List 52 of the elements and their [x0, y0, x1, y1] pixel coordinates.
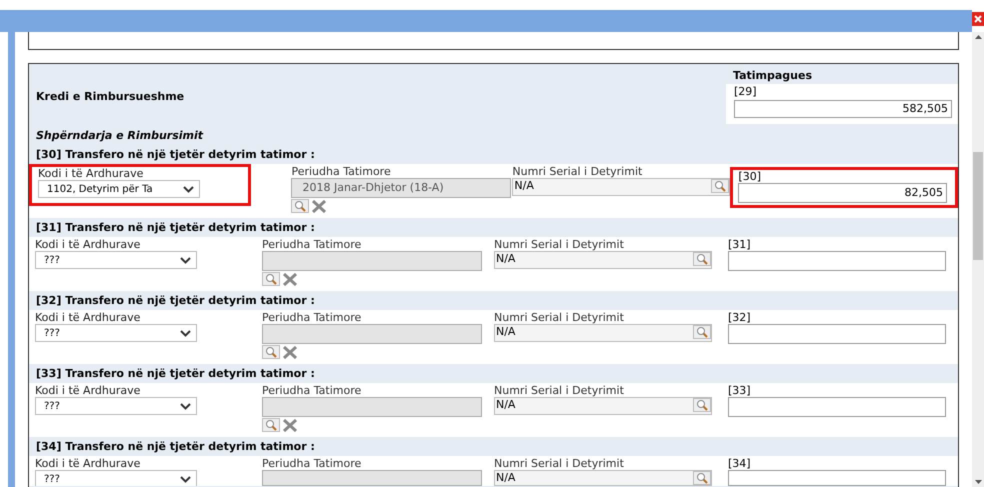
code-dropdown[interactable]: ???	[35, 470, 197, 486]
section-heading: [31] Transfero në një tjetër detyrim tatimor :	[35, 220, 316, 236]
serial-field[interactable]: N/A	[494, 251, 712, 269]
code-dropdown[interactable]: 1102, Detyrim për Ta	[38, 180, 200, 198]
serial-value: N/A	[495, 471, 516, 485]
dropdown-value: ???	[44, 326, 60, 340]
section-heading: [32] Transfero në një tjetër detyrim tatimor :	[35, 293, 316, 309]
field-label: Kodi i të Ardhurave	[35, 457, 142, 470]
field-label: [29]	[734, 84, 758, 100]
section-heading: [30] Transfero në një tjetër detyrim tatimor :	[35, 147, 316, 163]
field-label: Periudha Tatimore	[262, 311, 362, 324]
amount-field[interactable]: 582,505	[734, 100, 952, 118]
field-label: Kodi i të Ardhurave	[38, 167, 144, 180]
section-heading: [34] Transfero në një tjetër detyrim tatimor :	[35, 439, 316, 455]
dropdown-value: ???	[44, 472, 60, 486]
column-heading: Tatimpagues	[732, 68, 814, 84]
field-label: Periudha Tatimore	[262, 457, 362, 470]
field-label: Kodi i të Ardhurave	[35, 311, 142, 324]
dropdown-value: 1102, Detyrim për Ta	[47, 182, 153, 196]
section-heading: [33] Transfero në një tjetër detyrim tatimor :	[35, 366, 316, 382]
code-dropdown[interactable]: ???	[35, 324, 197, 342]
field-label: Kodi i të Ardhurave	[35, 238, 142, 251]
field-label: [31]	[728, 238, 752, 251]
serial-value: N/A	[513, 179, 534, 194]
field-label: Numri Serial i Detyrimit	[494, 384, 625, 397]
serial-value: N/A	[495, 325, 516, 340]
period-field: 2018 Janar-Dhjetor (18-A)	[291, 178, 512, 198]
field-label: Numri Serial i Detyrimit	[512, 165, 644, 178]
dropdown-value: ???	[44, 400, 60, 414]
code-dropdown[interactable]: ???	[35, 397, 197, 415]
field-label: Periudha Tatimore	[262, 384, 362, 397]
field-label: [33]	[728, 384, 752, 397]
field-label: Numri Serial i Detyrimit	[494, 238, 625, 251]
field-label: Periudha Tatimore	[291, 165, 392, 178]
subsection-title: Shpërndarja e Rimbursimit	[35, 128, 204, 144]
field-label: [30]	[738, 170, 762, 183]
field-label: [34]	[728, 457, 752, 470]
field-label: Numri Serial i Detyrimit	[494, 457, 625, 470]
code-dropdown[interactable]: ???	[35, 251, 197, 269]
serial-field[interactable]: N/A	[512, 178, 730, 196]
field-label: Periudha Tatimore	[262, 238, 362, 251]
serial-field[interactable]: N/A	[494, 470, 712, 486]
section-title: Kredi e Rimbursueshme	[35, 89, 186, 105]
amount-field[interactable]: 82,505	[738, 183, 947, 203]
field-label: Numri Serial i Detyrimit	[494, 311, 625, 324]
field-label: [32]	[728, 311, 752, 324]
serial-field[interactable]: N/A	[494, 397, 712, 415]
field-label: Kodi i të Ardhurave	[35, 384, 142, 397]
serial-field[interactable]: N/A	[494, 324, 712, 342]
serial-value: N/A	[495, 252, 516, 267]
dropdown-value: ???	[44, 254, 60, 268]
serial-value: N/A	[495, 398, 516, 413]
